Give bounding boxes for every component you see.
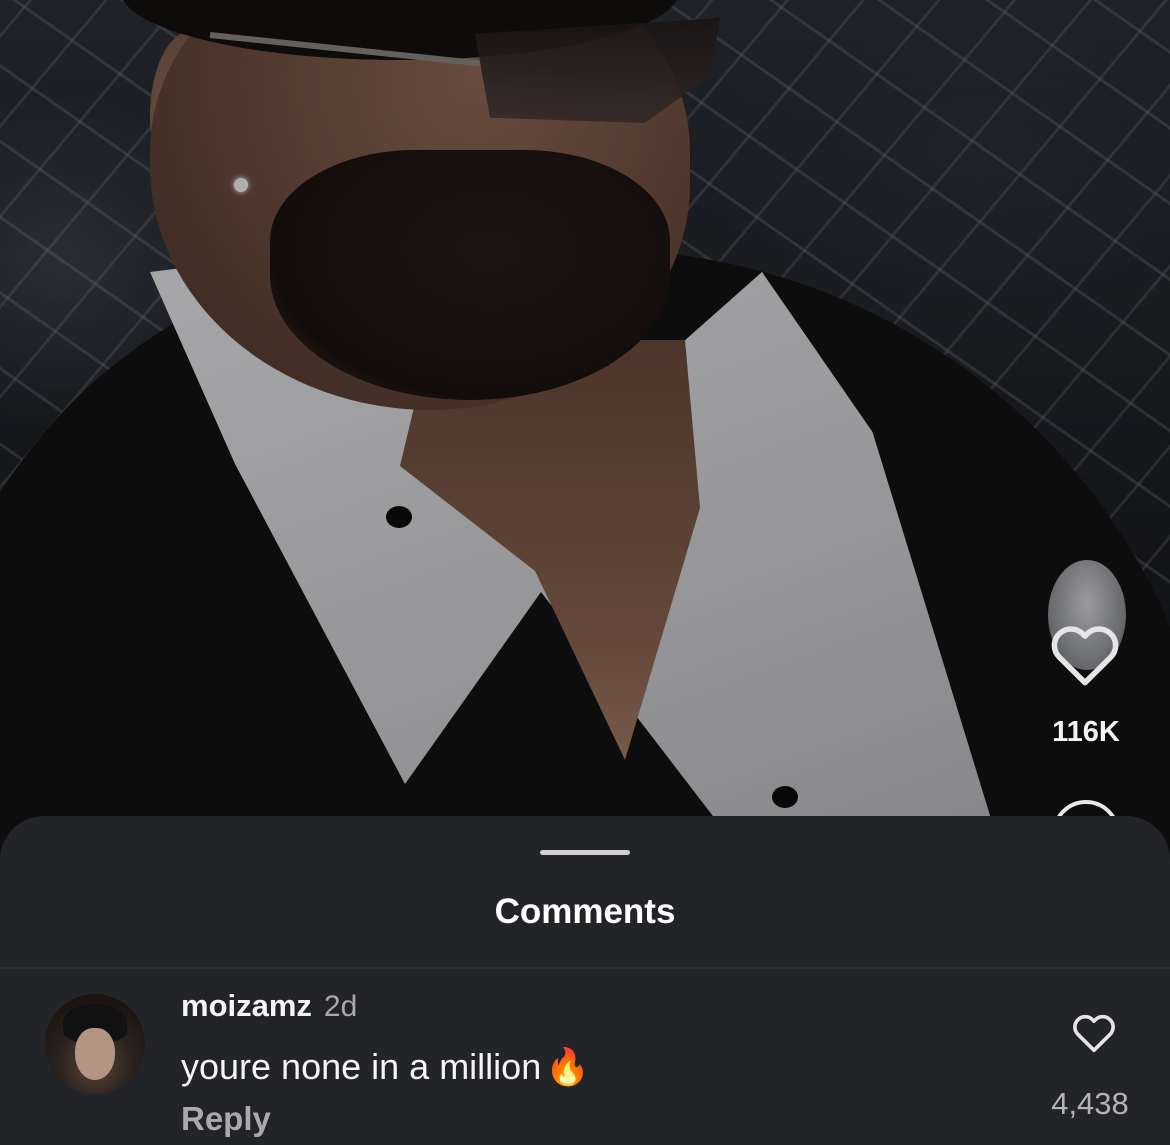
sheet-drag-handle[interactable]: [540, 850, 630, 855]
comments-sheet: Comments moizamz 2d youre none in a mill…: [0, 816, 1170, 1145]
comment-body: youre none in a million 🔥: [181, 1046, 590, 1088]
sheet-title: Comments: [494, 892, 676, 931]
avatar[interactable]: [45, 994, 145, 1094]
comment-header: moizamz 2d: [181, 988, 357, 1024]
heart-outline-icon: [1051, 626, 1119, 686]
comment-like-count: 4,438: [1051, 1086, 1129, 1121]
like-count: 116K: [1052, 716, 1120, 748]
comment-timestamp: 2d: [323, 990, 358, 1023]
like-button[interactable]: [1040, 615, 1130, 695]
divider: [0, 967, 1170, 969]
reply-button[interactable]: Reply: [181, 1100, 271, 1138]
heart-outline-icon: [1073, 1014, 1115, 1053]
comment-username[interactable]: moizamz: [181, 988, 312, 1024]
comment-like-button[interactable]: [1066, 1008, 1122, 1058]
comment-text: youre none in a million: [181, 1046, 542, 1087]
fire-emoji-icon: 🔥: [545, 1046, 591, 1087]
avatar-face: [75, 1028, 115, 1080]
dim-overlay: [0, 0, 1170, 900]
comment-item: moizamz 2d youre none in a million 🔥 Rep…: [0, 976, 1170, 1145]
reel-photo: [0, 0, 1170, 900]
